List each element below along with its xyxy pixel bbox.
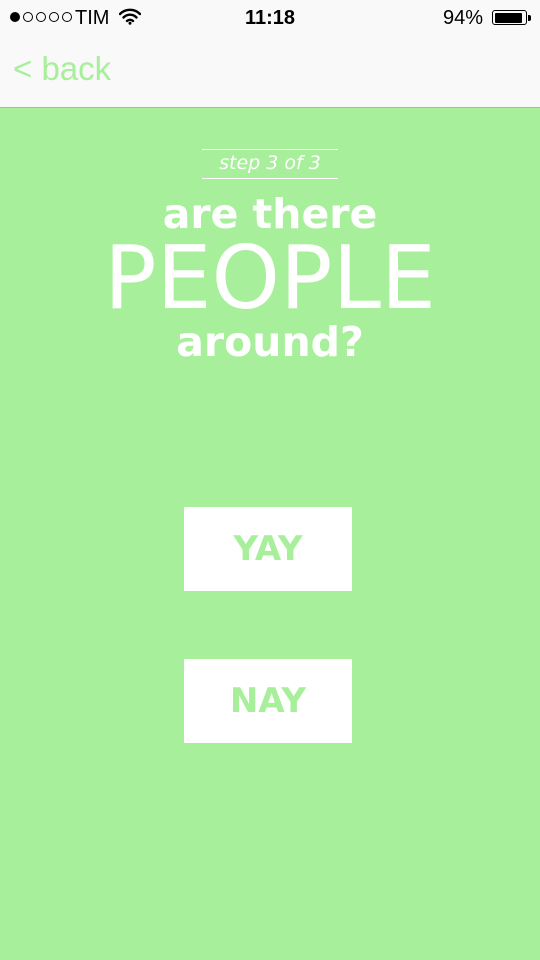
battery-tip <box>528 15 531 21</box>
question-line-3: around? <box>176 318 364 366</box>
yay-button[interactable]: YAY <box>184 507 352 591</box>
question-line-2: PEOPLE <box>104 227 436 329</box>
back-button[interactable]: < back <box>13 50 111 88</box>
step-indicator: step 3 of 3 <box>202 149 338 179</box>
status-bar: TIM 11:18 94% <box>0 0 540 36</box>
battery-percentage: 94% <box>442 7 483 29</box>
battery-icon <box>492 10 527 25</box>
navigation-bar: < back <box>0 36 540 108</box>
nay-button[interactable]: NAY <box>184 659 352 743</box>
battery-level-fill <box>494 12 522 23</box>
